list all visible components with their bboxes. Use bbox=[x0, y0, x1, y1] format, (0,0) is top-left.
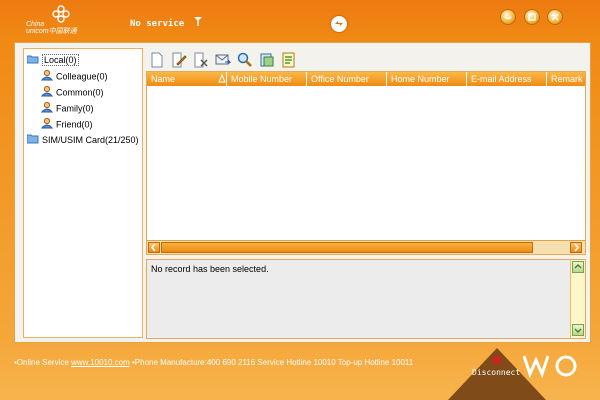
tree-item-label: Local(0) bbox=[42, 54, 79, 66]
tree-item-label: Colleague(0) bbox=[56, 71, 108, 82]
minimize-button[interactable] bbox=[500, 9, 516, 25]
online-service-link[interactable]: www.10010.com bbox=[71, 358, 130, 367]
minimize-icon bbox=[504, 16, 512, 20]
edit-button[interactable] bbox=[171, 52, 187, 68]
tree-item-local[interactable]: Local(0) bbox=[26, 53, 79, 68]
delete-button[interactable] bbox=[193, 52, 209, 68]
tree-item-label: Family(0) bbox=[56, 103, 94, 114]
logo-text-line1: China bbox=[26, 21, 45, 28]
arrow-up-icon bbox=[574, 264, 582, 269]
network-status: No service bbox=[130, 17, 202, 29]
copy-to-icon bbox=[260, 53, 274, 67]
folder-icon bbox=[26, 134, 39, 148]
logo-text-line2: unicom中国联通 bbox=[26, 28, 77, 35]
new-contact-button[interactable] bbox=[149, 52, 165, 68]
disconnect-label[interactable]: Disconnect bbox=[472, 368, 520, 377]
contacts-panel: Local(0) Colleague(0) Common(0) Family(0… bbox=[14, 42, 591, 343]
send-message-icon bbox=[215, 54, 232, 65]
online-service-label: •Online Service bbox=[14, 358, 69, 367]
china-unicom-logo: China unicom中国联通 bbox=[26, 5, 82, 35]
contact-group-tree[interactable]: Local(0) Colleague(0) Common(0) Family(0… bbox=[23, 48, 143, 338]
contact-group-icon bbox=[40, 117, 54, 133]
scroll-down-button[interactable] bbox=[572, 324, 584, 336]
scroll-right-button[interactable] bbox=[570, 242, 582, 253]
footer-info: •Online Service www.10010.com •Phone Man… bbox=[14, 358, 413, 367]
contacts-table[interactable]: Name Mobile Number Office Number Home Nu… bbox=[146, 71, 586, 255]
status-text: No service bbox=[130, 19, 185, 29]
tree-item-label: Friend(0) bbox=[56, 119, 93, 130]
close-icon bbox=[551, 13, 559, 21]
delete-icon bbox=[194, 52, 208, 68]
search-button[interactable] bbox=[237, 52, 253, 68]
column-header-office[interactable]: Office Number bbox=[307, 72, 387, 86]
arrow-down-icon bbox=[574, 328, 582, 333]
scroll-up-button[interactable] bbox=[572, 261, 584, 273]
tree-item-label: Common(0) bbox=[56, 87, 104, 98]
maximize-icon bbox=[528, 13, 536, 21]
contact-group-icon bbox=[40, 85, 54, 101]
tree-item-family[interactable]: Family(0) bbox=[40, 101, 94, 117]
tree-item-colleague[interactable]: Colleague(0) bbox=[40, 69, 108, 85]
sort-ascending-icon bbox=[218, 74, 226, 83]
contact-group-icon bbox=[40, 101, 54, 117]
table-header: Name Mobile Number Office Number Home Nu… bbox=[147, 72, 585, 86]
folder-open-icon bbox=[26, 54, 39, 68]
edit-icon bbox=[172, 52, 187, 68]
column-header-email[interactable]: E-mail Address bbox=[467, 72, 547, 86]
antenna-icon bbox=[193, 17, 202, 29]
scroll-left-button[interactable] bbox=[148, 242, 160, 253]
tree-item-label: SIM/USIM Card(21/250) bbox=[42, 135, 139, 145]
tree-item-friend[interactable]: Friend(0) bbox=[40, 117, 93, 133]
send-message-button[interactable] bbox=[215, 52, 232, 68]
arrow-right-icon bbox=[574, 243, 579, 252]
import-icon bbox=[282, 52, 295, 68]
tree-item-sim-card[interactable]: SIM/USIM Card(21/250) bbox=[26, 133, 139, 148]
arrow-left-icon bbox=[151, 243, 156, 252]
record-detail-box: No record has been selected. bbox=[146, 259, 586, 339]
copy-to-button[interactable] bbox=[259, 52, 275, 68]
contact-group-icon bbox=[40, 69, 54, 85]
horizontal-scrollbar[interactable] bbox=[147, 240, 585, 254]
title-bar: China unicom中国联通 No service bbox=[0, 0, 600, 40]
column-header-mobile[interactable]: Mobile Number bbox=[227, 72, 307, 86]
column-header-home[interactable]: Home Number bbox=[387, 72, 467, 86]
close-button[interactable] bbox=[547, 9, 563, 25]
scroll-thumb[interactable] bbox=[161, 242, 533, 253]
new-contact-icon bbox=[151, 52, 163, 68]
detail-message: No record has been selected. bbox=[151, 264, 269, 274]
column-header-name[interactable]: Name bbox=[147, 72, 227, 86]
connection-status-icon[interactable] bbox=[331, 16, 347, 32]
tree-item-common[interactable]: Common(0) bbox=[40, 85, 104, 101]
wo-brand-icon bbox=[522, 355, 577, 379]
maximize-button[interactable] bbox=[524, 9, 540, 25]
import-button[interactable] bbox=[281, 52, 297, 68]
vertical-scrollbar[interactable] bbox=[570, 260, 585, 338]
app-window: China unicom中国联通 No service Local(0) Col… bbox=[0, 0, 600, 400]
search-icon bbox=[237, 52, 252, 67]
hotline-text: •Phone Manufacture:400 690 2116 Service … bbox=[132, 358, 414, 367]
column-header-remark[interactable]: Remark bbox=[547, 72, 585, 86]
